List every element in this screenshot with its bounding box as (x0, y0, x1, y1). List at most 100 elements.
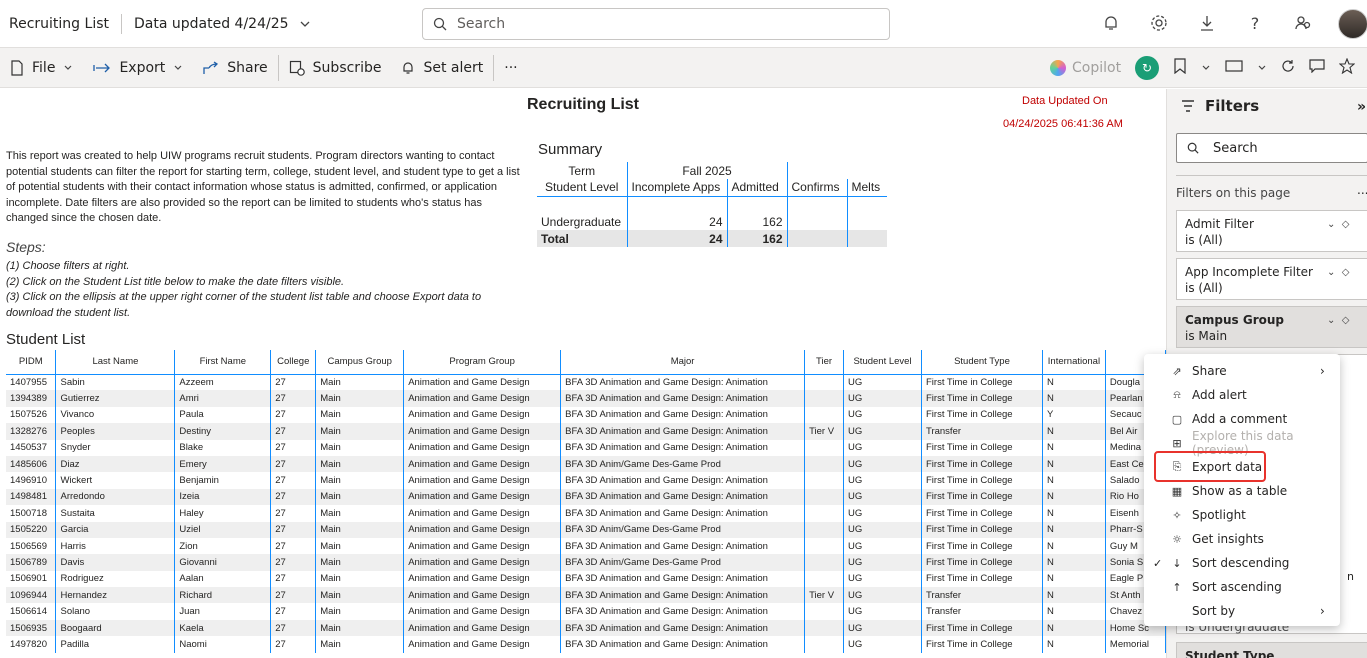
table-row[interactable]: 1096944 Hernandez Richard 27 Main Animation a… (6, 587, 1166, 604)
copilot-button[interactable]: Copilot (1050, 60, 1121, 76)
view-icon[interactable] (1225, 59, 1243, 77)
menu-item-get-insights[interactable]: ☼ Get insights (1144, 527, 1340, 551)
filter-card-admit[interactable]: Admit Filter is (All) ⌄ ◇ (1176, 210, 1367, 252)
gear-icon[interactable] (1148, 12, 1170, 34)
table-cell: Main (315, 537, 405, 555)
table-cell: BFA 3D Anim/Game Des-Game Prod (560, 455, 806, 473)
menu-item-add-a-comment[interactable]: ▢ Add a comment (1144, 407, 1340, 431)
filters-search-placeholder: Search (1213, 140, 1258, 156)
chevron-down-icon[interactable] (1201, 63, 1211, 73)
table-row[interactable]: 1506569 Harris Zion 27 Main Animation and Gam… (6, 537, 1166, 555)
help-icon[interactable]: ? (1244, 12, 1266, 34)
report-canvas: Recruiting List Data Updated On 04/24/20… (0, 89, 1166, 658)
filter-card-app-incomplete[interactable]: App Incomplete Filter is (All) ⌄ ◇ (1176, 258, 1367, 300)
share-icon: ⇗ (1172, 364, 1182, 378)
table-cell: N (1042, 455, 1106, 473)
table-row[interactable]: 1497820 Padilla Naomi 27 Main Animation and G… (6, 636, 1166, 653)
table-cell: Animation and Game Design (403, 390, 562, 407)
student-list-table[interactable]: PIDM Last Name First Name College Campus Gro… (6, 350, 1166, 653)
people-icon[interactable] (1292, 12, 1314, 34)
column-header[interactable]: College (270, 350, 317, 375)
export-menu-button[interactable]: Export (83, 48, 193, 87)
table-row[interactable]: 1498481 Arredondo Izeia 27 Main Animation and… (6, 488, 1166, 506)
column-header: Admitted (727, 179, 788, 197)
table-row[interactable]: 1507526 Vivanco Paula 27 Main Animation and G… (6, 406, 1166, 424)
menu-item-sort-ascending[interactable]: ↑ Sort ascending (1144, 575, 1340, 599)
column-header[interactable]: Last Name (55, 350, 176, 375)
copilot-icon (1050, 60, 1066, 76)
table-cell: 1407955 (6, 374, 57, 391)
column-header[interactable]: PIDM (6, 350, 57, 375)
filter-card-campus-group[interactable]: Campus Group is Main ⌄ ◇ (1176, 306, 1367, 348)
table-cell: Tier V (804, 423, 845, 440)
table-cell: Main (315, 636, 405, 653)
table-cell: BFA 3D Animation and Game Design: Animat… (560, 423, 806, 440)
set-alert-button[interactable]: Set alert (391, 48, 493, 87)
table-cell: BFA 3D Animation and Game Design: Animat… (560, 587, 806, 604)
table-row[interactable]: 1506935 Boogaard Kaela 27 Main Animation and … (6, 619, 1166, 637)
column-header[interactable]: Campus Group (315, 350, 405, 375)
table-row[interactable]: 1506901 Rodriguez Aalan 27 Main Animation and… (6, 570, 1166, 588)
summary-matrix[interactable]: Term Fall 2025 Student Level Incomplete … (537, 162, 887, 247)
column-header[interactable]: Student Level (843, 350, 922, 375)
subscribe-button[interactable]: Subscribe (279, 48, 392, 87)
table-row[interactable]: 1394389 Gutierrez Amri 27 Main Animation and … (6, 390, 1166, 407)
menu-item-label: Show as a table (1192, 484, 1288, 498)
table-cell: Diaz (55, 455, 176, 473)
avatar[interactable] (1338, 9, 1367, 39)
table-cell: Y (1042, 406, 1106, 424)
column-header[interactable]: Tier (804, 350, 845, 375)
student-list-title[interactable]: Student List (6, 331, 85, 348)
chevron-down-icon[interactable] (1257, 63, 1267, 73)
table-cell: N (1042, 505, 1106, 522)
collapse-pane-icon[interactable]: » (1357, 99, 1366, 115)
file-menu-button[interactable]: File (0, 48, 83, 87)
search-input[interactable]: Search (422, 8, 890, 40)
search-placeholder: Search (457, 16, 506, 32)
filters-more-options[interactable]: ... (1357, 183, 1367, 197)
chevron-down-icon[interactable]: ⌄ ◇ (1327, 313, 1349, 329)
column-header[interactable]: Program Group (403, 350, 562, 375)
filter-card-name: Student Type (1185, 649, 1275, 658)
filters-search-input[interactable]: Search (1176, 133, 1367, 163)
table-row[interactable]: 1328276 Peoples Destiny 27 Main Animation and… (6, 423, 1166, 440)
data-updated-dropdown[interactable]: Data updated 4/24/25 (134, 16, 311, 32)
menu-item-share[interactable]: ⇗ Share › (1144, 359, 1340, 383)
table-row[interactable]: 1506614 Solano Juan 27 Main Animation and Gam… (6, 603, 1166, 620)
reload-icon[interactable] (1281, 59, 1295, 77)
column-header[interactable]: Student Type (921, 350, 1043, 375)
menu-item-spotlight[interactable]: ✧ Spotlight (1144, 503, 1340, 527)
bell-icon[interactable] (1100, 12, 1122, 34)
table-row[interactable]: 1506789 Davis Giovanni 27 Main Animation and … (6, 554, 1166, 571)
menu-item-sort-descending[interactable]: ✓ ↓ Sort descending (1144, 551, 1340, 575)
column-header[interactable]: Major (560, 350, 806, 375)
table-cell: Blake (174, 439, 272, 456)
menu-item-show-as-a-table[interactable]: ▦ Show as a table (1144, 479, 1340, 503)
table-row[interactable]: 1500718 Sustaita Haley 27 Main Animation and … (6, 505, 1166, 522)
table-cell: Gutierrez (55, 390, 176, 407)
table-cell: 27 (270, 455, 317, 473)
bookmark-icon[interactable] (1173, 58, 1187, 78)
table-cell: BFA 3D Animation and Game Design: Animat… (560, 374, 806, 391)
table-cell: N (1042, 423, 1106, 440)
column-header[interactable]: First Name (174, 350, 272, 375)
refresh-status-icon[interactable]: ↻ (1135, 56, 1160, 80)
report-name[interactable]: Recruiting List (0, 16, 109, 32)
table-row[interactable]: 1496910 Wickert Benjamin 27 Main Animation an… (6, 472, 1166, 489)
chevron-down-icon[interactable]: ⌄ ◇ (1327, 217, 1349, 233)
column-header[interactable]: International (1042, 350, 1106, 375)
table-row[interactable]: 1485606 Diaz Emery 27 Main Animation and Game… (6, 455, 1166, 473)
table-row[interactable]: 1505220 Garcia Uziel 27 Main Animation and Ga… (6, 521, 1166, 538)
share-button[interactable]: Share (193, 48, 277, 87)
table-row[interactable]: 1407955 Sabin Azzeem 27 Main Animation and Ga… (6, 374, 1166, 391)
menu-item-sort-by[interactable]: Sort by › (1144, 599, 1340, 623)
table-row[interactable]: 1450537 Snyder Blake 27 Main Animation and Ga… (6, 439, 1166, 456)
filter-card-student-type[interactable]: Student Type (1176, 642, 1367, 658)
menu-item-add-alert[interactable]: ⍾ Add alert (1144, 383, 1340, 407)
more-options-button[interactable]: ··· (494, 48, 527, 87)
download-icon[interactable] (1196, 12, 1218, 34)
chevron-down-icon[interactable]: ⌄ ◇ (1327, 265, 1349, 281)
table-cell: 27 (270, 619, 317, 637)
comment-icon[interactable] (1309, 59, 1325, 77)
star-icon[interactable] (1338, 57, 1356, 78)
